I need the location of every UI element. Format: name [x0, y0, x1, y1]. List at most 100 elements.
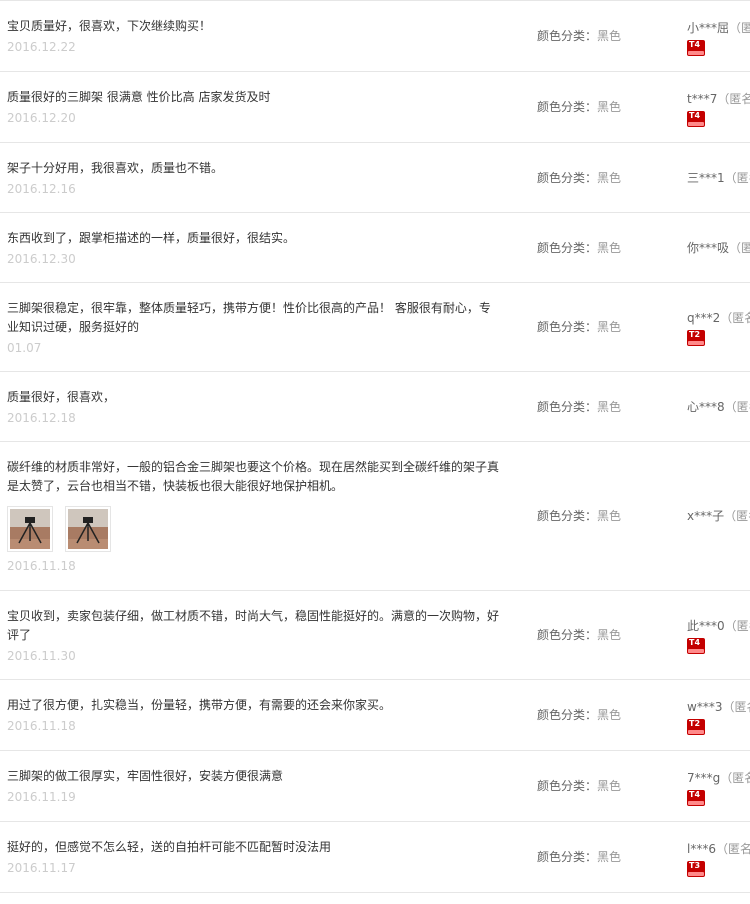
- reviewer: 7***g（匿名） T4: [687, 769, 750, 806]
- sku-info: 颜色分类：黑色: [537, 507, 621, 524]
- review-content: 东西收到了，跟掌柜描述的一样，质量很好，很结实。 2016.12.30: [7, 229, 502, 267]
- review-content: 架子十分好用，我很喜欢，质量也不错。 2016.12.16: [7, 159, 502, 197]
- review-text: 三脚架很稳定，很牢靠，整体质量轻巧，携带方便！性价比很高的产品！ 客服很有耐心，…: [7, 301, 491, 334]
- vip-level-badge-icon: T4: [687, 638, 705, 654]
- anonymous-tag: （匿名）: [722, 700, 750, 714]
- reviewer: 此***0（匿名） T4: [687, 617, 750, 654]
- review-date: 2016.11.30: [7, 649, 76, 663]
- review-row: 质量很好的三脚架 很满意 性价比高 店家发货及时 2016.12.20 颜色分类：黑…: [0, 72, 750, 143]
- reviewer-name: 此***0: [687, 619, 725, 633]
- vip-level-text: T4: [689, 638, 701, 647]
- reviewer: l***6（匿名） T3: [687, 840, 750, 877]
- reviewer: 心***8（匿名）: [687, 398, 750, 415]
- badge-strip: [688, 801, 704, 805]
- reviewer-name: 7***g: [687, 771, 721, 785]
- review-text: 质量很好的三脚架 很满意 性价比高 店家发货及时: [7, 90, 271, 104]
- sku-label: 颜色分类：: [537, 100, 598, 114]
- sku-value: 黑色: [597, 400, 622, 414]
- reviewer-name: q***2: [687, 311, 721, 325]
- badge-strip: [688, 122, 704, 126]
- review-text: 质量很好，很喜欢，: [7, 390, 116, 404]
- sku-info: 颜色分类：黑色: [537, 848, 621, 865]
- review-date: 2016.12.18: [7, 411, 76, 425]
- reviewer: 你***吸（匿名）: [687, 239, 750, 256]
- review-text: 架子十分好用，我很喜欢，质量也不错。: [7, 161, 224, 175]
- reviewer-name: 三***1: [687, 171, 725, 185]
- review-photo-thumbnail[interactable]: [65, 506, 111, 552]
- sku-value: 黑色: [597, 241, 622, 255]
- sku-label: 颜色分类：: [537, 509, 598, 523]
- review-row: 东西收到了，跟掌柜描述的一样，质量很好，很结实。 2016.12.30 颜色分类：黑…: [0, 213, 750, 283]
- sku-info: 颜色分类：黑色: [537, 626, 621, 643]
- badge-strip: [688, 730, 704, 734]
- review-date: 2016.12.22: [7, 40, 76, 54]
- review-content: 宝贝收到，卖家包装仔细，做工材质不错，时尚大气，稳固性能挺好的。满意的一次购物，…: [7, 607, 502, 664]
- sku-value: 黑色: [597, 509, 622, 523]
- review-photos: [7, 506, 502, 552]
- vip-level-text: T4: [689, 790, 701, 799]
- review-photo-thumbnail[interactable]: [7, 506, 53, 552]
- review-date: 2016.11.18: [7, 559, 76, 573]
- reviewer: t***7（匿名） T4: [687, 90, 750, 127]
- vip-level-text: T2: [689, 719, 701, 728]
- review-row: 碳纤维的材质非常好，一般的铝合金三脚架也要这个价格。现在居然能买到全碳纤维的架子…: [0, 442, 750, 591]
- sku-value: 黑色: [597, 320, 622, 334]
- reviewer-name: 你***吸: [687, 241, 730, 255]
- sku-info: 颜色分类：黑色: [537, 398, 621, 415]
- review-list: 宝贝质量好，很喜欢，下次继续购买！ 2016.12.22 颜色分类：黑色 小***屈（…: [0, 0, 750, 893]
- anonymous-tag: （匿名）: [724, 400, 750, 414]
- sku-label: 颜色分类：: [537, 171, 598, 185]
- vip-level-badge-icon: T4: [687, 40, 705, 56]
- anonymous-tag: （匿名）: [724, 509, 750, 523]
- review-row: 三脚架的做工很厚实，牢固性很好，安装方便很满意 2016.11.19 颜色分类：黑色…: [0, 751, 750, 822]
- vip-level-badge-icon: T4: [687, 790, 705, 806]
- anonymous-tag: （匿名）: [724, 171, 750, 185]
- sku-info: 颜色分类：黑色: [537, 27, 621, 44]
- badge-strip: [688, 872, 704, 876]
- sku-info: 颜色分类：黑色: [537, 169, 621, 186]
- anonymous-tag: （匿名）: [720, 311, 750, 325]
- anonymous-tag: （匿名）: [715, 842, 750, 856]
- review-row: 宝贝质量好，很喜欢，下次继续购买！ 2016.12.22 颜色分类：黑色 小***屈（…: [0, 1, 750, 72]
- review-content: 三脚架很稳定，很牢靠，整体质量轻巧，携带方便！性价比很高的产品！ 客服很有耐心，…: [7, 299, 502, 356]
- anonymous-tag: （匿名）: [717, 92, 750, 106]
- sku-label: 颜色分类：: [537, 400, 598, 414]
- vip-level-badge-icon: T4: [687, 111, 705, 127]
- review-text: 用过了很方便，扎实稳当，份量轻，携带方便，有需要的还会来你家买。: [7, 698, 392, 712]
- sku-label: 颜色分类：: [537, 628, 598, 642]
- vip-level-text: T2: [689, 330, 701, 339]
- sku-value: 黑色: [597, 708, 622, 722]
- reviewer: 三***1（匿名）: [687, 169, 750, 186]
- sku-value: 黑色: [597, 779, 622, 793]
- anonymous-tag: （匿名）: [724, 619, 750, 633]
- review-content: 三脚架的做工很厚实，牢固性很好，安装方便很满意 2016.11.19: [7, 767, 502, 805]
- sku-label: 颜色分类：: [537, 241, 598, 255]
- vip-level-badge-icon: T2: [687, 330, 705, 346]
- reviewer-name: x***子: [687, 509, 725, 523]
- vip-level-text: T3: [689, 861, 701, 870]
- badge-strip: [688, 649, 704, 653]
- sku-label: 颜色分类：: [537, 320, 598, 334]
- sku-label: 颜色分类：: [537, 850, 598, 864]
- sku-label: 颜色分类：: [537, 779, 598, 793]
- reviewer-name: l***6: [687, 842, 716, 856]
- sku-info: 颜色分类：黑色: [537, 239, 621, 256]
- sku-label: 颜色分类：: [537, 708, 598, 722]
- review-row: 用过了很方便，扎实稳当，份量轻，携带方便，有需要的还会来你家买。 2016.11.…: [0, 680, 750, 751]
- review-row: 三脚架很稳定，很牢靠，整体质量轻巧，携带方便！性价比很高的产品！ 客服很有耐心，…: [0, 283, 750, 372]
- review-text: 碳纤维的材质非常好，一般的铝合金三脚架也要这个价格。现在居然能买到全碳纤维的架子…: [7, 460, 500, 493]
- reviewer: q***2（匿名） T2: [687, 309, 750, 346]
- review-row: 质量很好，很喜欢， 2016.12.18 颜色分类：黑色 心***8（匿名）: [0, 372, 750, 442]
- reviewer: x***子（匿名）: [687, 507, 750, 524]
- review-text: 挺好的，但感觉不怎么轻，送的自拍杆可能不匹配暂时没法用: [7, 840, 332, 854]
- review-date: 2016.11.17: [7, 861, 76, 875]
- review-content: 质量很好的三脚架 很满意 性价比高 店家发货及时 2016.12.20: [7, 88, 502, 126]
- reviewer-name: t***7: [687, 92, 718, 106]
- vip-level-badge-icon: T2: [687, 719, 705, 735]
- sku-value: 黑色: [597, 850, 622, 864]
- sku-value: 黑色: [597, 29, 622, 43]
- sku-value: 黑色: [597, 171, 622, 185]
- reviewer-name: 小***屈: [687, 21, 730, 35]
- review-row: 挺好的，但感觉不怎么轻，送的自拍杆可能不匹配暂时没法用 2016.11.17 颜色分…: [0, 822, 750, 893]
- review-text: 宝贝收到，卖家包装仔细，做工材质不错，时尚大气，稳固性能挺好的。满意的一次购物，…: [7, 609, 500, 642]
